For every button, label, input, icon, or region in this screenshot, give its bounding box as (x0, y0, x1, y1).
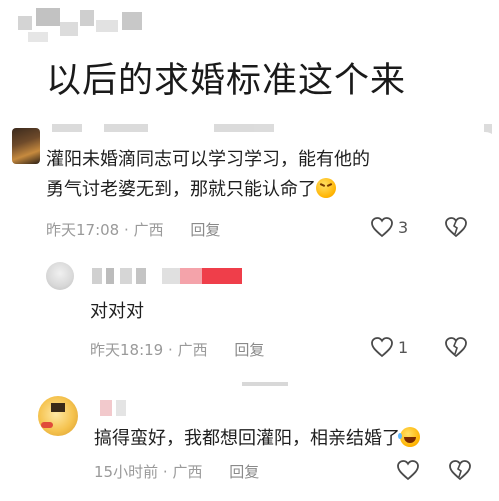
heart-outline-icon[interactable] (370, 336, 394, 358)
meta-separator: · (168, 341, 173, 359)
meta-separator: · (162, 463, 168, 481)
reply-avatar[interactable] (38, 396, 78, 436)
broken-heart-icon[interactable] (444, 216, 468, 238)
reply-author-redacted (92, 266, 252, 288)
reply-location: 广西 (172, 463, 203, 481)
reply-button[interactable]: 回复 (229, 463, 259, 481)
post-author-redacted (18, 8, 148, 44)
reply-text: 搞得蛮好，我都想回灌阳，相亲结婚了 (94, 424, 420, 454)
reply-author-redacted (100, 398, 170, 420)
reply-text-content: 搞得蛮好，我都想回灌阳，相亲结婚了 (94, 428, 400, 449)
broken-heart-icon[interactable] (444, 336, 468, 358)
screenshot-page: 以后的求婚标准这个来 灌阳未婚滴同志可以学习学习，能有他的 勇气讨老婆无到，那就… (0, 0, 499, 501)
crossed-eyes-emoji-icon (316, 178, 336, 198)
reply-avatar[interactable] (46, 262, 74, 290)
comment-text-line-2: 勇气讨老婆无到，那就只能认命了 (46, 175, 486, 205)
reply-time: 昨天18:19 (90, 341, 164, 359)
reply-meta: 15小时前 · 广西 回复 (94, 461, 259, 482)
meta-separator: · (124, 221, 129, 239)
reply-location: 广西 (177, 341, 208, 359)
heart-outline-icon[interactable] (370, 216, 394, 238)
comment-text-line-2-text: 勇气讨老婆无到，那就只能认命了 (46, 179, 316, 200)
comment-location: 广西 (133, 221, 164, 239)
reply-meta: 昨天18:19 · 广西 回复 (90, 339, 264, 360)
comment-text-line-1: 灌阳未婚滴同志可以学习学习，能有他的 (46, 149, 370, 170)
divider-mark (242, 382, 288, 386)
reply-text: 对对对 (90, 301, 144, 322)
comment-time: 昨天17:08 (46, 221, 120, 239)
reply-time: 15小时前 (94, 463, 159, 481)
comment-text: 灌阳未婚滴同志可以学习学习，能有他的 勇气讨老婆无到，那就只能认命了 (46, 145, 486, 205)
like-count: 1 (398, 338, 409, 357)
reply-button[interactable]: 回复 (190, 221, 220, 239)
broken-heart-icon[interactable] (448, 459, 472, 481)
laughing-tears-emoji-icon (398, 427, 420, 447)
heart-outline-icon[interactable] (396, 459, 420, 481)
reply-button[interactable]: 回复 (234, 341, 264, 359)
commenter-avatar[interactable] (12, 128, 40, 164)
comment-meta: 昨天17:08 · 广西 回复 (46, 219, 220, 240)
post-title: 以后的求婚标准这个来 (46, 61, 407, 101)
like-count: 3 (398, 218, 409, 237)
